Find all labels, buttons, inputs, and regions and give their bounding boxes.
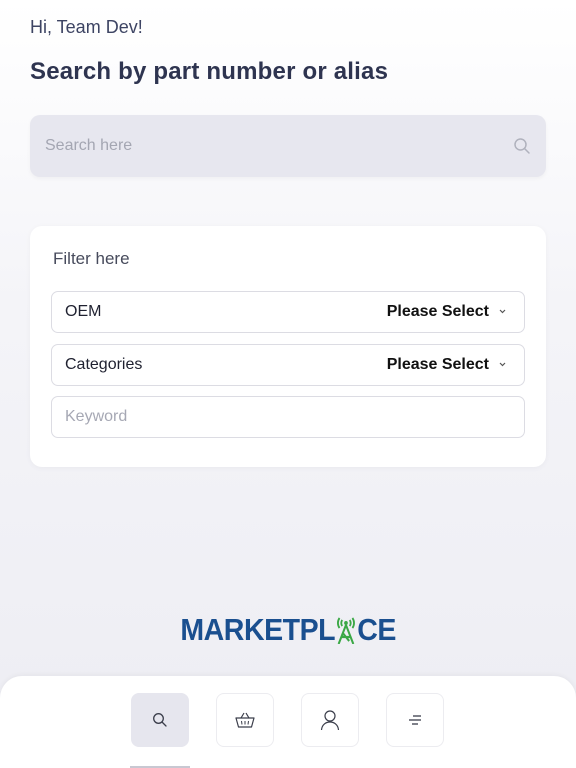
nav-menu-button[interactable] (386, 693, 444, 747)
filter-card: Filter here OEM Please Select Categories… (30, 226, 546, 467)
search-icon[interactable] (513, 137, 531, 155)
logo-text-left: MARKETPL (180, 612, 335, 647)
menu-icon (409, 715, 421, 725)
oem-select[interactable]: OEM Please Select (51, 291, 525, 333)
search-bar[interactable] (30, 115, 546, 177)
oem-value: Please Select (386, 303, 489, 320)
marketplace-logo: MARKETPL CE (0, 612, 576, 648)
bottom-navigation (0, 676, 576, 768)
nav-search-button[interactable] (131, 693, 189, 747)
signal-tower-icon (337, 617, 355, 644)
categories-value: Please Select (386, 356, 489, 373)
basket-icon (235, 712, 255, 728)
user-icon (320, 710, 340, 731)
page-title: Search by part number or alias (30, 58, 389, 85)
chevron-down-icon (499, 309, 506, 314)
nav-profile-button[interactable] (301, 693, 359, 747)
categories-label: Categories (65, 356, 143, 373)
search-icon (153, 713, 167, 727)
logo-text-right: CE (357, 612, 396, 647)
chevron-down-icon (499, 362, 506, 367)
keyword-input[interactable] (51, 396, 525, 438)
filter-title: Filter here (53, 249, 130, 268)
categories-select[interactable]: Categories Please Select (51, 344, 525, 386)
greeting-text: Hi, Team Dev! (30, 17, 143, 37)
nav-basket-button[interactable] (216, 693, 274, 747)
oem-label: OEM (65, 303, 102, 320)
search-input[interactable] (30, 115, 490, 177)
